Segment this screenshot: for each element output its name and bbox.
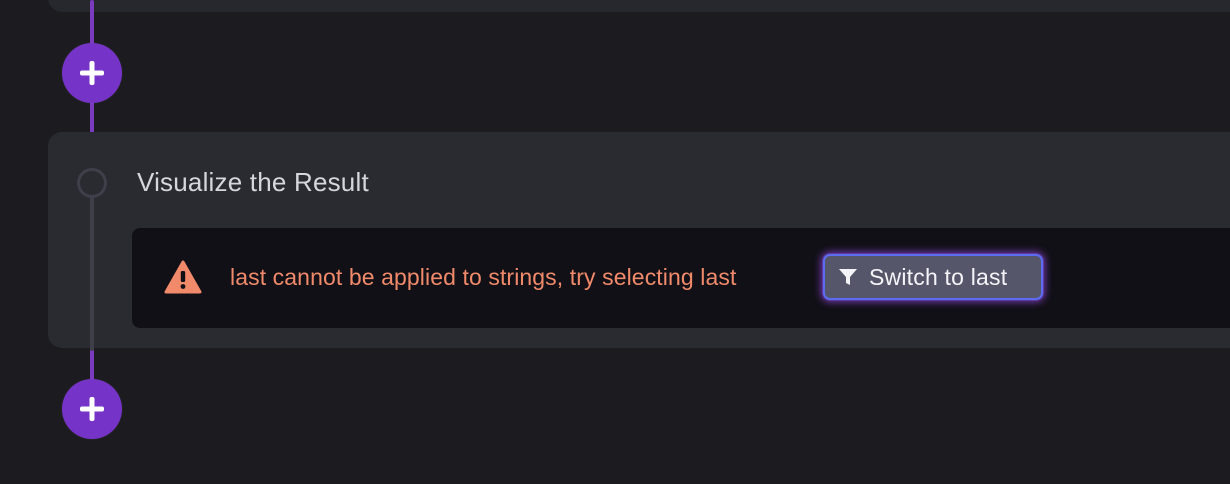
error-message: last cannot be applied to strings, try s… (230, 264, 737, 290)
warning-triangle-icon (164, 260, 202, 294)
step-status-marker (77, 168, 107, 198)
step-title: Visualize the Result (137, 167, 369, 197)
switch-button-label: Switch to last (869, 264, 1008, 290)
filter-funnel-icon (839, 269, 857, 285)
add-step-button[interactable] (62, 43, 122, 103)
switch-to-last-button[interactable]: Switch to last (823, 254, 1043, 300)
plus-icon (80, 61, 104, 85)
add-step-button-bottom[interactable] (62, 379, 122, 439)
plus-icon (80, 397, 104, 421)
timeline-connector-step (90, 196, 94, 351)
previous-step-card (48, 0, 1230, 12)
